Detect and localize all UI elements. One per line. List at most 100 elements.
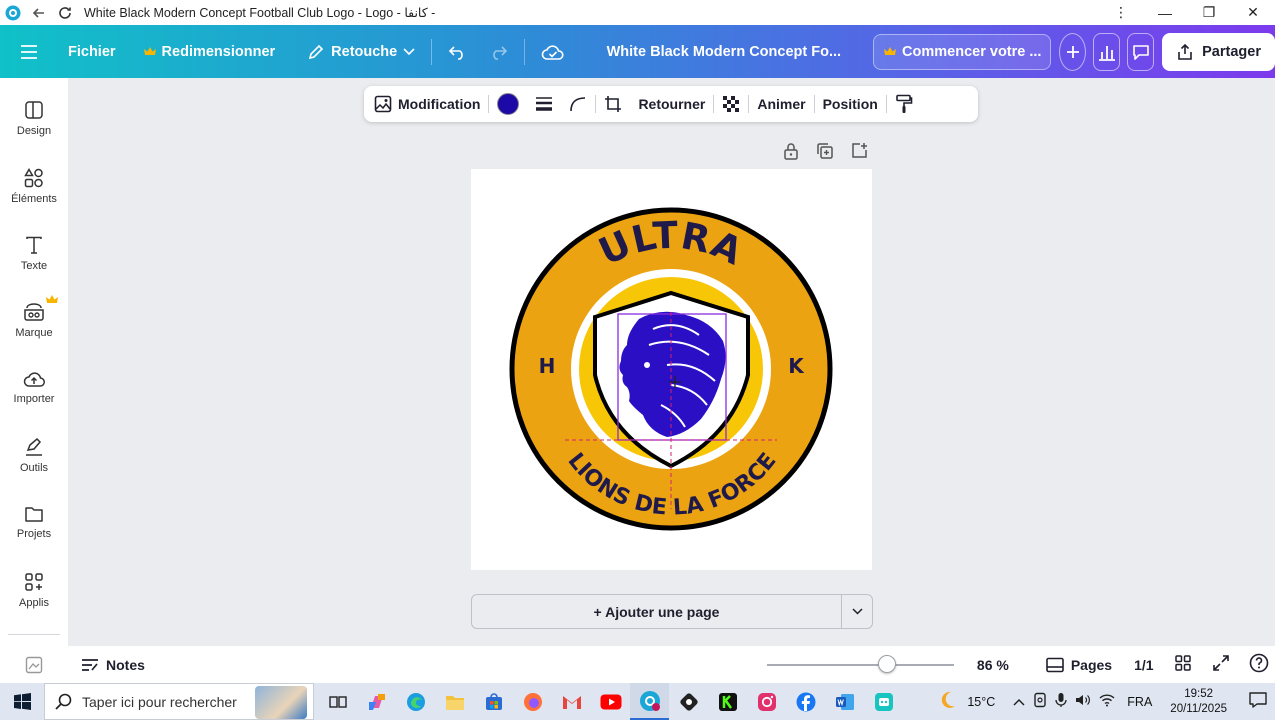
add-page-label: + Ajouter une page [593, 603, 720, 620]
zoom-level[interactable]: 86 % [977, 657, 1009, 673]
magic-media-icon[interactable] [0, 656, 68, 674]
zoom-slider[interactable] [766, 654, 954, 673]
clock[interactable]: 19:52 20/11/2025 [1170, 687, 1227, 717]
position-label: Position [822, 96, 878, 112]
pencil-icon [307, 43, 325, 61]
window-titlebar: White Black Modern Concept Football Club… [0, 0, 1275, 25]
sidebar-item-elements[interactable]: Éléments [0, 168, 68, 205]
taskbar-search[interactable]: Taper ici pour rechercher [44, 683, 314, 720]
weather-icon[interactable] [937, 690, 957, 713]
sidebar-item-brand[interactable]: Marque [0, 295, 68, 339]
windows-taskbar: Taper ici pour rechercher 15°C FRA 19:52… [0, 683, 1275, 720]
word-icon[interactable] [825, 683, 864, 720]
border-style-button[interactable] [527, 96, 561, 112]
edge-icon[interactable] [396, 683, 435, 720]
grid-view-icon[interactable] [1174, 655, 1191, 674]
insights-button[interactable] [1093, 32, 1121, 71]
sidebar-item-text[interactable]: Texte [0, 235, 68, 272]
sidebar-item-label: Marque [15, 327, 53, 339]
sidebar-item-upload[interactable]: Importer [0, 370, 68, 405]
add-page-icon[interactable] [848, 140, 870, 162]
copy-style-button[interactable] [887, 94, 921, 114]
transparency-button[interactable] [714, 95, 748, 113]
notes-button[interactable]: Notes [81, 657, 145, 673]
copilot-icon[interactable] [357, 683, 396, 720]
add-page-dropdown[interactable] [841, 595, 872, 628]
add-page-button[interactable]: + Ajouter une page [472, 595, 841, 628]
gmail-icon[interactable] [552, 683, 591, 720]
minimize-button[interactable]: — [1143, 0, 1187, 25]
sidebar-item-apps[interactable]: Applis [0, 572, 68, 609]
page-counter: 1/1 [1134, 657, 1153, 673]
football-club-logo[interactable]: ULTRA H K LIONS DE LA FORCE [471, 169, 872, 570]
sidebar-item-projects[interactable]: Projets [0, 505, 68, 540]
paint-roller-icon [895, 94, 913, 114]
undo-button[interactable] [438, 34, 478, 70]
app-icon[interactable] [864, 683, 903, 720]
clock-time: 19:52 [1184, 687, 1214, 700]
zoom-slider-handle[interactable] [878, 654, 897, 673]
pages-icon [1046, 657, 1064, 673]
sidebar-item-design[interactable]: Design [0, 100, 68, 137]
canva-app-icon [0, 0, 26, 25]
canva-taskbar-icon[interactable] [630, 683, 669, 720]
document-title[interactable]: White Black Modern Concept Fo... [597, 34, 851, 70]
sidebar-item-label: Applis [19, 597, 49, 609]
input-language[interactable]: FRA [1127, 695, 1152, 709]
duplicate-page-icon[interactable] [814, 140, 836, 162]
youtube-icon[interactable] [591, 683, 630, 720]
search-placeholder: Taper ici pour rechercher [82, 693, 237, 710]
more-options-icon[interactable]: ⋮ [1099, 0, 1143, 25]
menu-button[interactable] [14, 34, 44, 70]
volume-icon[interactable] [1075, 693, 1091, 710]
sidebar-item-label: Éléments [11, 193, 57, 205]
sidebar-item-tools[interactable]: Outils [0, 437, 68, 474]
comments-button[interactable] [1127, 32, 1155, 71]
tray-chevron-up-icon[interactable] [1013, 695, 1025, 709]
resize-button[interactable]: Redimensionner [134, 34, 286, 70]
help-icon[interactable] [1249, 653, 1269, 676]
flip-button[interactable]: Retourner [630, 96, 713, 112]
logo-right-letter: K [788, 354, 805, 378]
back-arrow-icon[interactable] [26, 0, 52, 25]
close-button[interactable]: ✕ [1231, 0, 1275, 25]
tray-app-icon[interactable] [1033, 692, 1047, 711]
search-icon [55, 693, 72, 710]
animate-button[interactable]: Animer [749, 96, 813, 112]
page-counter-text: 1/1 [1134, 656, 1154, 673]
notification-icon[interactable] [1249, 692, 1267, 711]
add-collaborator-button[interactable] [1059, 32, 1087, 71]
instagram-icon[interactable] [747, 683, 786, 720]
lock-icon[interactable] [780, 140, 802, 162]
file-menu[interactable]: Fichier [58, 34, 126, 70]
weather-temp[interactable]: 15°C [967, 695, 995, 709]
firefox-icon[interactable] [513, 683, 552, 720]
corner-rounding-button[interactable] [561, 96, 595, 112]
sidebar-item-label: Texte [20, 260, 48, 272]
kick-icon[interactable] [708, 683, 747, 720]
save-status-button[interactable] [531, 34, 575, 70]
pages-button[interactable]: Pages [1046, 657, 1112, 673]
maximize-button[interactable]: ❐ [1187, 0, 1231, 25]
design-page[interactable]: ULTRA H K LIONS DE LA FORCE [471, 169, 872, 570]
edit-menu[interactable]: Retouche [297, 34, 425, 70]
color-swatch-button[interactable] [489, 93, 527, 115]
file-explorer-icon[interactable] [435, 683, 474, 720]
plus-icon [1065, 44, 1081, 60]
task-view-icon[interactable] [318, 683, 357, 720]
game-icon[interactable] [669, 683, 708, 720]
fullscreen-icon[interactable] [1212, 655, 1229, 674]
reload-icon[interactable] [52, 0, 78, 25]
redo-button[interactable] [478, 34, 518, 70]
share-button[interactable]: Partager [1162, 32, 1275, 71]
wifi-icon[interactable] [1099, 693, 1115, 710]
microphone-icon[interactable] [1055, 692, 1067, 711]
start-trial-button[interactable]: Commencer votre ... [873, 33, 1052, 70]
crop-button[interactable] [596, 95, 630, 113]
store-icon[interactable] [474, 683, 513, 720]
resize-label: Redimensionner [161, 43, 276, 60]
windows-start-icon[interactable] [0, 683, 44, 720]
edit-image-button[interactable]: Modification [364, 95, 488, 113]
facebook-icon[interactable] [786, 683, 825, 720]
position-button[interactable]: Position [815, 96, 886, 112]
